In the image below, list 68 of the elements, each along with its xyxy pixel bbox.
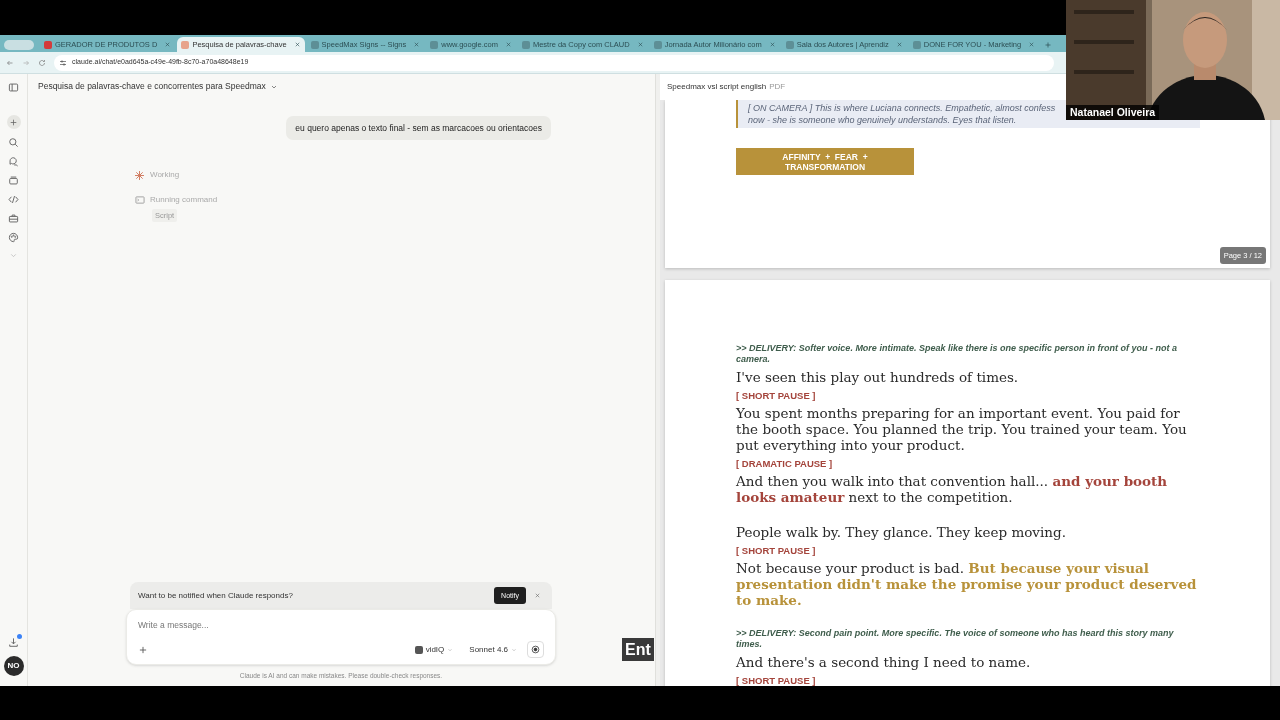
model-selector[interactable]: Sonnet 4.6 [469, 643, 517, 656]
spark-icon [134, 169, 145, 181]
favicon-icon [181, 40, 190, 49]
sidebar-toggle-icon[interactable] [8, 82, 19, 93]
script-paragraph: And there's a second thing I need to name. [736, 654, 1032, 670]
caption-text: Ent [622, 638, 654, 661]
close-icon[interactable] [636, 41, 644, 48]
record-icon [531, 645, 540, 655]
favicon-icon [44, 40, 52, 49]
participant-name: Natanael Oliveira [1066, 105, 1160, 120]
script-paragraph: I've seen this play out hundreds of times. [736, 369, 1020, 385]
palette-icon[interactable] [8, 232, 19, 243]
projects-icon[interactable] [8, 175, 19, 186]
close-icon[interactable] [413, 41, 421, 48]
app-icon [414, 645, 423, 654]
status-text: Working [150, 169, 180, 181]
notification-text: Want to be notified when Claude responds? [138, 589, 294, 602]
tool-step-label[interactable]: Running command [150, 194, 218, 206]
pause-cue: [ SHORT PAUSE ] [736, 545, 817, 556]
delivery-note: >> DELIVERY: Softer voice. More intimate. Speak like there is one specific person in front of you - not a camera. [736, 343, 1178, 365]
close-icon[interactable] [293, 41, 301, 48]
tool-selector[interactable]: vidIQ [414, 643, 454, 656]
script-paragraph: Not because your product is bad. But because your visual presentation didn't make the promise your product deserved to make. [736, 560, 1198, 608]
plus-icon[interactable] [138, 644, 148, 655]
pause-cue: [ SHORT PAUSE ] [736, 390, 817, 401]
close-icon[interactable] [504, 41, 512, 48]
favicon-icon [310, 40, 319, 49]
document-title: Speedmax vsl script english [667, 81, 767, 93]
chevron-down-icon [447, 646, 454, 653]
chats-icon[interactable] [8, 156, 19, 167]
tab-search-button[interactable] [4, 40, 34, 50]
favicon-icon [521, 40, 530, 49]
pause-cue: [ DRAMATIC PAUSE ] [736, 458, 834, 469]
new-tab-icon[interactable] [1044, 41, 1053, 49]
terminal-icon [135, 195, 145, 205]
chat-title[interactable]: Pesquisa de palavras-chave e concorrentes para Speedmax [38, 80, 266, 93]
code-icon[interactable] [8, 194, 19, 205]
reload-icon[interactable] [38, 58, 46, 67]
voice-button[interactable] [527, 641, 544, 659]
toolbox-icon[interactable] [8, 213, 19, 224]
search-icon[interactable] [8, 137, 19, 148]
favicon-icon [653, 40, 662, 49]
chevron-down-icon [511, 646, 517, 653]
favicon-icon [785, 40, 794, 49]
script-paragraph: And then you walk into that convention hall... and your booth looks amateur next to the competition. [736, 473, 1169, 505]
user-message: eu quero apenas o texto final - sem as marcacoes ou orientacoes [286, 116, 551, 140]
close-icon[interactable] [164, 41, 172, 48]
section-banner: AFFINITY + FEAR + TRANSFORMATION [736, 148, 914, 175]
callout-line: [ ON CAMERA ] This is where Luciana connects. Empathetic, almost confess [748, 102, 1056, 114]
script-paragraph: People walk by. They glance. They keep moving. [736, 524, 1067, 540]
back-icon[interactable] [6, 58, 14, 67]
plus-icon [9, 117, 18, 127]
file-type-label: PDF [769, 81, 786, 93]
script-paragraph: You spent months preparing for an important event. You paid for the booth space. You planned the trip. You trained your team. You put everything into your product. [736, 405, 1188, 453]
download-icon[interactable] [8, 637, 19, 648]
favicon-icon [430, 40, 439, 49]
user-avatar[interactable]: NO [3, 656, 24, 676]
pause-cue: [ SHORT PAUSE ] [736, 675, 817, 686]
close-icon[interactable] [1028, 41, 1036, 48]
delivery-note: >> DELIVERY: Second pain point. More specific. The voice of someone who has heard this story many times. [736, 628, 1175, 650]
favicon-icon [912, 40, 921, 49]
close-icon[interactable] [768, 41, 776, 48]
message-input[interactable]: Write a message... [138, 619, 544, 632]
site-settings-icon[interactable] [59, 58, 67, 67]
close-icon[interactable] [534, 592, 541, 600]
close-icon[interactable] [895, 41, 903, 48]
new-chat-button[interactable] [6, 115, 21, 129]
callout-line: now - she is someone who genuinely understands. Eyes that listen. [748, 114, 1017, 126]
